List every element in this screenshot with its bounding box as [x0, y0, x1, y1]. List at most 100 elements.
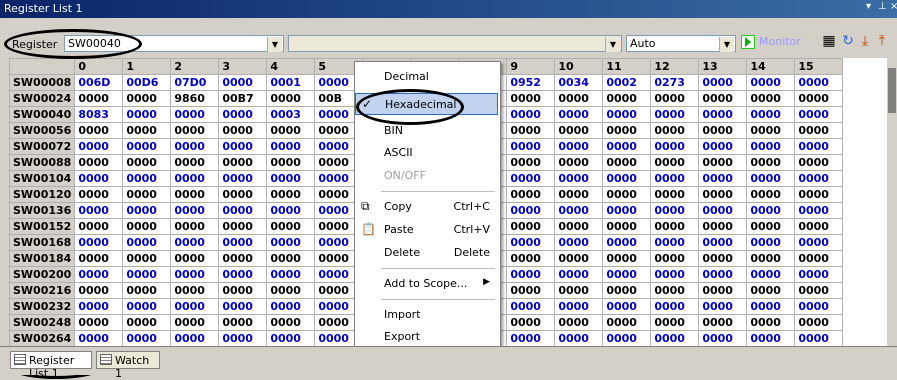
register-value-cell[interactable]: 0000 — [122, 186, 172, 203]
vertical-scrollbar[interactable] — [887, 58, 897, 346]
register-value-cell[interactable]: 0000 — [170, 250, 220, 267]
register-value-cell[interactable]: 0000 — [74, 138, 124, 155]
register-value-cell[interactable]: 0000 — [746, 186, 796, 203]
register-value-cell[interactable]: 0000 — [170, 122, 220, 139]
register-value-cell[interactable]: 0000 — [506, 314, 556, 331]
register-value-cell[interactable]: 0000 — [794, 90, 844, 107]
register-value-cell[interactable]: 0000 — [170, 282, 220, 299]
register-value-cell[interactable]: 0000 — [218, 74, 268, 91]
register-value-cell[interactable]: 0000 — [74, 234, 124, 251]
register-value-cell[interactable]: 0000 — [74, 170, 124, 187]
register-value-cell[interactable]: 0000 — [266, 266, 316, 283]
register-value-cell[interactable]: 0000 — [794, 202, 844, 219]
register-value-cell[interactable]: 0000 — [170, 266, 220, 283]
register-value-cell[interactable]: 0000 — [746, 218, 796, 235]
register-value-cell[interactable]: 0000 — [170, 218, 220, 235]
register-value-cell[interactable]: 0000 — [650, 122, 700, 139]
register-value-cell[interactable]: 0000 — [650, 154, 700, 171]
register-value-cell[interactable]: 0000 — [746, 234, 796, 251]
monitor-button[interactable]: Monitor — [741, 33, 801, 51]
register-dropdown-icon[interactable]: ▼ — [267, 37, 282, 52]
register-value-cell[interactable]: 0000 — [122, 250, 172, 267]
register-value-cell[interactable]: 0000 — [698, 282, 748, 299]
register-value-cell[interactable]: 0000 — [506, 106, 556, 123]
register-value-cell[interactable]: 0000 — [650, 314, 700, 331]
register-value-cell[interactable]: 0001 — [266, 74, 316, 91]
register-value-cell[interactable]: 0000 — [554, 218, 604, 235]
register-value-cell[interactable]: 0000 — [602, 186, 652, 203]
register-value-cell[interactable]: 0000 — [170, 314, 220, 331]
register-value-cell[interactable]: 0000 — [554, 90, 604, 107]
register-value-cell[interactable]: 0000 — [170, 154, 220, 171]
register-value-cell[interactable]: 0000 — [602, 106, 652, 123]
menu-item-delete[interactable]: Delete Delete — [355, 242, 498, 264]
register-value-cell[interactable]: 0000 — [650, 218, 700, 235]
register-value-cell[interactable]: 0000 — [746, 298, 796, 315]
register-value-cell[interactable]: 0000 — [74, 154, 124, 171]
register-value-cell[interactable]: 0000 — [122, 282, 172, 299]
register-value-cell[interactable]: 0000 — [602, 218, 652, 235]
register-value-cell[interactable]: 0000 — [266, 314, 316, 331]
register-value-cell[interactable]: 0000 — [794, 170, 844, 187]
register-value-cell[interactable]: 0000 — [746, 90, 796, 107]
register-value-cell[interactable]: 0000 — [74, 186, 124, 203]
register-value-cell[interactable]: 0000 — [746, 106, 796, 123]
menu-item-paste[interactable]: 📋 Paste Ctrl+V — [355, 219, 498, 241]
register-value-cell[interactable]: 0000 — [218, 266, 268, 283]
register-value-cell[interactable]: 0000 — [74, 266, 124, 283]
register-value-cell[interactable]: 0000 — [122, 154, 172, 171]
register-value-cell[interactable]: 0000 — [266, 154, 316, 171]
register-value-cell[interactable]: 0000 — [794, 314, 844, 331]
register-value-cell[interactable]: 0000 — [122, 234, 172, 251]
register-value-cell[interactable]: 0000 — [650, 170, 700, 187]
register-value-cell[interactable]: 0000 — [698, 154, 748, 171]
register-value-cell[interactable]: 0000 — [218, 154, 268, 171]
register-value-cell[interactable]: 0000 — [602, 234, 652, 251]
register-value-cell[interactable]: 0000 — [554, 106, 604, 123]
dropdown-arrow-icon[interactable]: ▾ — [866, 1, 871, 12]
register-value-cell[interactable]: 0000 — [218, 170, 268, 187]
register-value-cell[interactable]: 0000 — [794, 298, 844, 315]
register-value-cell[interactable]: 0000 — [794, 282, 844, 299]
register-value-cell[interactable]: 0952 — [506, 74, 556, 91]
register-value-cell[interactable]: 0000 — [170, 186, 220, 203]
register-value-cell[interactable]: 0000 — [506, 250, 556, 267]
register-value-cell[interactable]: 0000 — [266, 138, 316, 155]
register-value-cell[interactable]: 0000 — [794, 74, 844, 91]
register-value-cell[interactable]: 0000 — [74, 202, 124, 219]
register-value-cell[interactable]: 0000 — [698, 74, 748, 91]
register-value-cell[interactable]: 0000 — [122, 170, 172, 187]
pin-icon[interactable]: ⊥ — [878, 1, 887, 12]
register-value-cell[interactable]: 0000 — [218, 330, 268, 346]
format-dropdown-icon[interactable]: ▼ — [719, 37, 734, 52]
register-value-cell[interactable]: 0000 — [506, 122, 556, 139]
register-value-cell[interactable]: 0000 — [266, 186, 316, 203]
register-value-cell[interactable]: 0000 — [746, 154, 796, 171]
register-value-cell[interactable]: 0000 — [122, 330, 172, 346]
register-value-cell[interactable]: 0000 — [122, 138, 172, 155]
register-value-cell[interactable]: 0000 — [746, 282, 796, 299]
register-value-cell[interactable]: 0000 — [506, 218, 556, 235]
register-value-cell[interactable]: 0000 — [170, 170, 220, 187]
register-value-cell[interactable]: 0000 — [218, 202, 268, 219]
register-value-cell[interactable]: 0000 — [698, 218, 748, 235]
register-value-cell[interactable]: 0000 — [698, 138, 748, 155]
register-value-cell[interactable]: 0000 — [698, 90, 748, 107]
tab-register-list-1[interactable]: Register List 1 — [10, 351, 92, 380]
register-value-cell[interactable]: 0000 — [794, 122, 844, 139]
register-value-cell[interactable]: 0000 — [266, 202, 316, 219]
register-value-cell[interactable]: 0000 — [698, 250, 748, 267]
register-value-cell[interactable]: 00D6 — [122, 74, 172, 91]
register-value-cell[interactable]: 0000 — [746, 202, 796, 219]
register-value-cell[interactable]: 0000 — [170, 234, 220, 251]
register-value-cell[interactable]: 0000 — [218, 122, 268, 139]
register-value-cell[interactable]: 0000 — [746, 74, 796, 91]
register-value-cell[interactable]: 0000 — [266, 234, 316, 251]
tab-watch-1[interactable]: Watch 1 — [96, 351, 160, 380]
display-format-select[interactable]: Auto ▼ — [626, 35, 736, 52]
register-value-cell[interactable]: 0000 — [794, 138, 844, 155]
register-value-cell[interactable]: 0000 — [266, 298, 316, 315]
register-value-cell[interactable]: 0000 — [170, 202, 220, 219]
download-icon[interactable]: ⤓ — [857, 33, 873, 49]
register-value-cell[interactable]: 0000 — [170, 330, 220, 346]
